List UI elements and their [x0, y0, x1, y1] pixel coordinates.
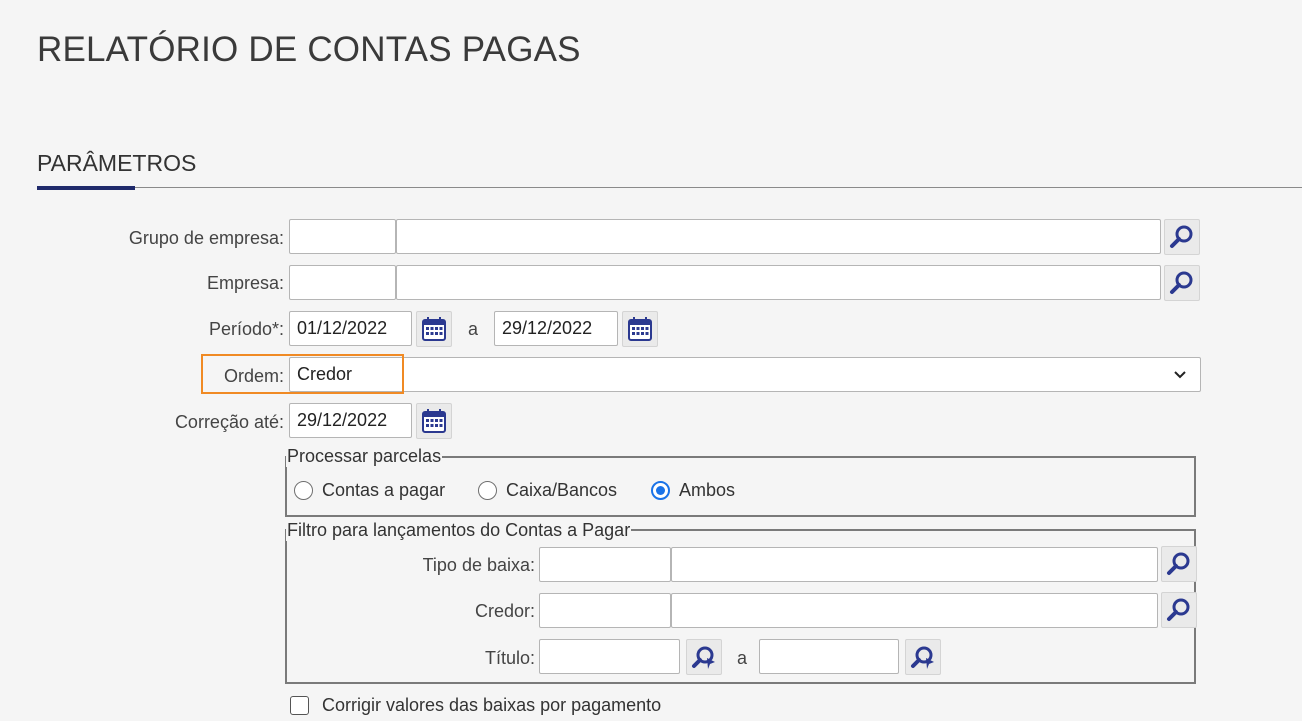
tipo-baixa-lookup-button[interactable]	[1161, 546, 1197, 582]
titulo-start-input[interactable]	[539, 639, 680, 674]
corrigir-valores-checkbox[interactable]	[290, 696, 309, 715]
radio-ambos[interactable]: Ambos	[651, 480, 735, 501]
magnifier-icon	[1169, 224, 1195, 250]
filtro-legend: Filtro para lançamentos do Contas a Paga…	[286, 520, 632, 541]
empresa-lookup-button[interactable]	[1164, 265, 1200, 301]
corrigir-valores-option[interactable]: Corrigir valores das baixas por pagament…	[290, 695, 661, 716]
corrigir-valores-label: Corrigir valores das baixas por pagament…	[322, 695, 662, 715]
magnifier-icon	[1166, 551, 1192, 577]
tipo-baixa-label: Tipo de baixa:	[422, 555, 535, 575]
empresa-code-input[interactable]	[289, 265, 396, 300]
tipo-baixa-code-input[interactable]	[539, 547, 671, 582]
titulo-separator: a	[737, 648, 748, 668]
titulo-end-input[interactable]	[759, 639, 899, 674]
grupo-empresa-name-input[interactable]	[396, 219, 1161, 254]
correcao-date-input[interactable]: 29/12/2022	[289, 403, 412, 438]
periodo-start-calendar-button[interactable]	[416, 311, 452, 347]
periodo-end-input[interactable]: 29/12/2022	[494, 311, 618, 346]
radio-caixa-bancos[interactable]: Caixa/Bancos	[478, 480, 617, 501]
processar-parcelas-legend: Processar parcelas	[286, 446, 443, 467]
section-divider	[37, 187, 1302, 188]
grupo-empresa-label: Grupo de empresa:	[128, 228, 284, 248]
search-arrow-icon	[910, 644, 936, 670]
calendar-icon	[627, 316, 653, 342]
correcao-label: Correção até:	[174, 412, 284, 432]
radio-label: Ambos	[679, 480, 736, 500]
periodo-start-input[interactable]: 01/12/2022	[289, 311, 412, 346]
credor-name-input[interactable]	[671, 593, 1158, 628]
radio-contas-a-pagar[interactable]: Contas a pagar	[294, 480, 445, 501]
titulo-start-search-button[interactable]	[686, 639, 722, 675]
radio-button[interactable]	[294, 481, 313, 500]
ordem-label: Ordem:	[223, 366, 284, 386]
credor-lookup-button[interactable]	[1161, 592, 1197, 628]
empresa-name-input[interactable]	[396, 265, 1161, 300]
magnifier-icon	[1169, 270, 1195, 296]
tipo-baixa-name-input[interactable]	[671, 547, 1158, 582]
credor-label: Credor:	[474, 601, 535, 621]
radio-button[interactable]	[478, 481, 497, 500]
radio-label: Caixa/Bancos	[506, 480, 618, 500]
ordem-select[interactable]: Credor	[289, 357, 1201, 392]
search-arrow-icon	[691, 644, 717, 670]
section-accent-bar	[37, 186, 135, 190]
titulo-label: Título:	[484, 648, 535, 668]
calendar-icon	[421, 316, 447, 342]
correcao-calendar-button[interactable]	[416, 403, 452, 439]
page-title: RELATÓRIO DE CONTAS PAGAS	[37, 30, 581, 69]
calendar-icon	[421, 408, 447, 434]
radio-label: Contas a pagar	[322, 480, 446, 500]
periodo-end-calendar-button[interactable]	[622, 311, 658, 347]
periodo-label: Período*:	[208, 319, 284, 339]
chevron-down-icon	[1172, 358, 1188, 402]
empresa-label: Empresa:	[206, 273, 284, 293]
magnifier-icon	[1166, 597, 1192, 623]
grupo-empresa-code-input[interactable]	[289, 219, 396, 254]
grupo-empresa-lookup-button[interactable]	[1164, 219, 1200, 255]
section-title: PARÂMETROS	[37, 150, 197, 176]
credor-code-input[interactable]	[539, 593, 671, 628]
radio-button-selected[interactable]	[651, 481, 670, 500]
periodo-separator: a	[468, 319, 479, 339]
titulo-end-search-button[interactable]	[905, 639, 941, 675]
